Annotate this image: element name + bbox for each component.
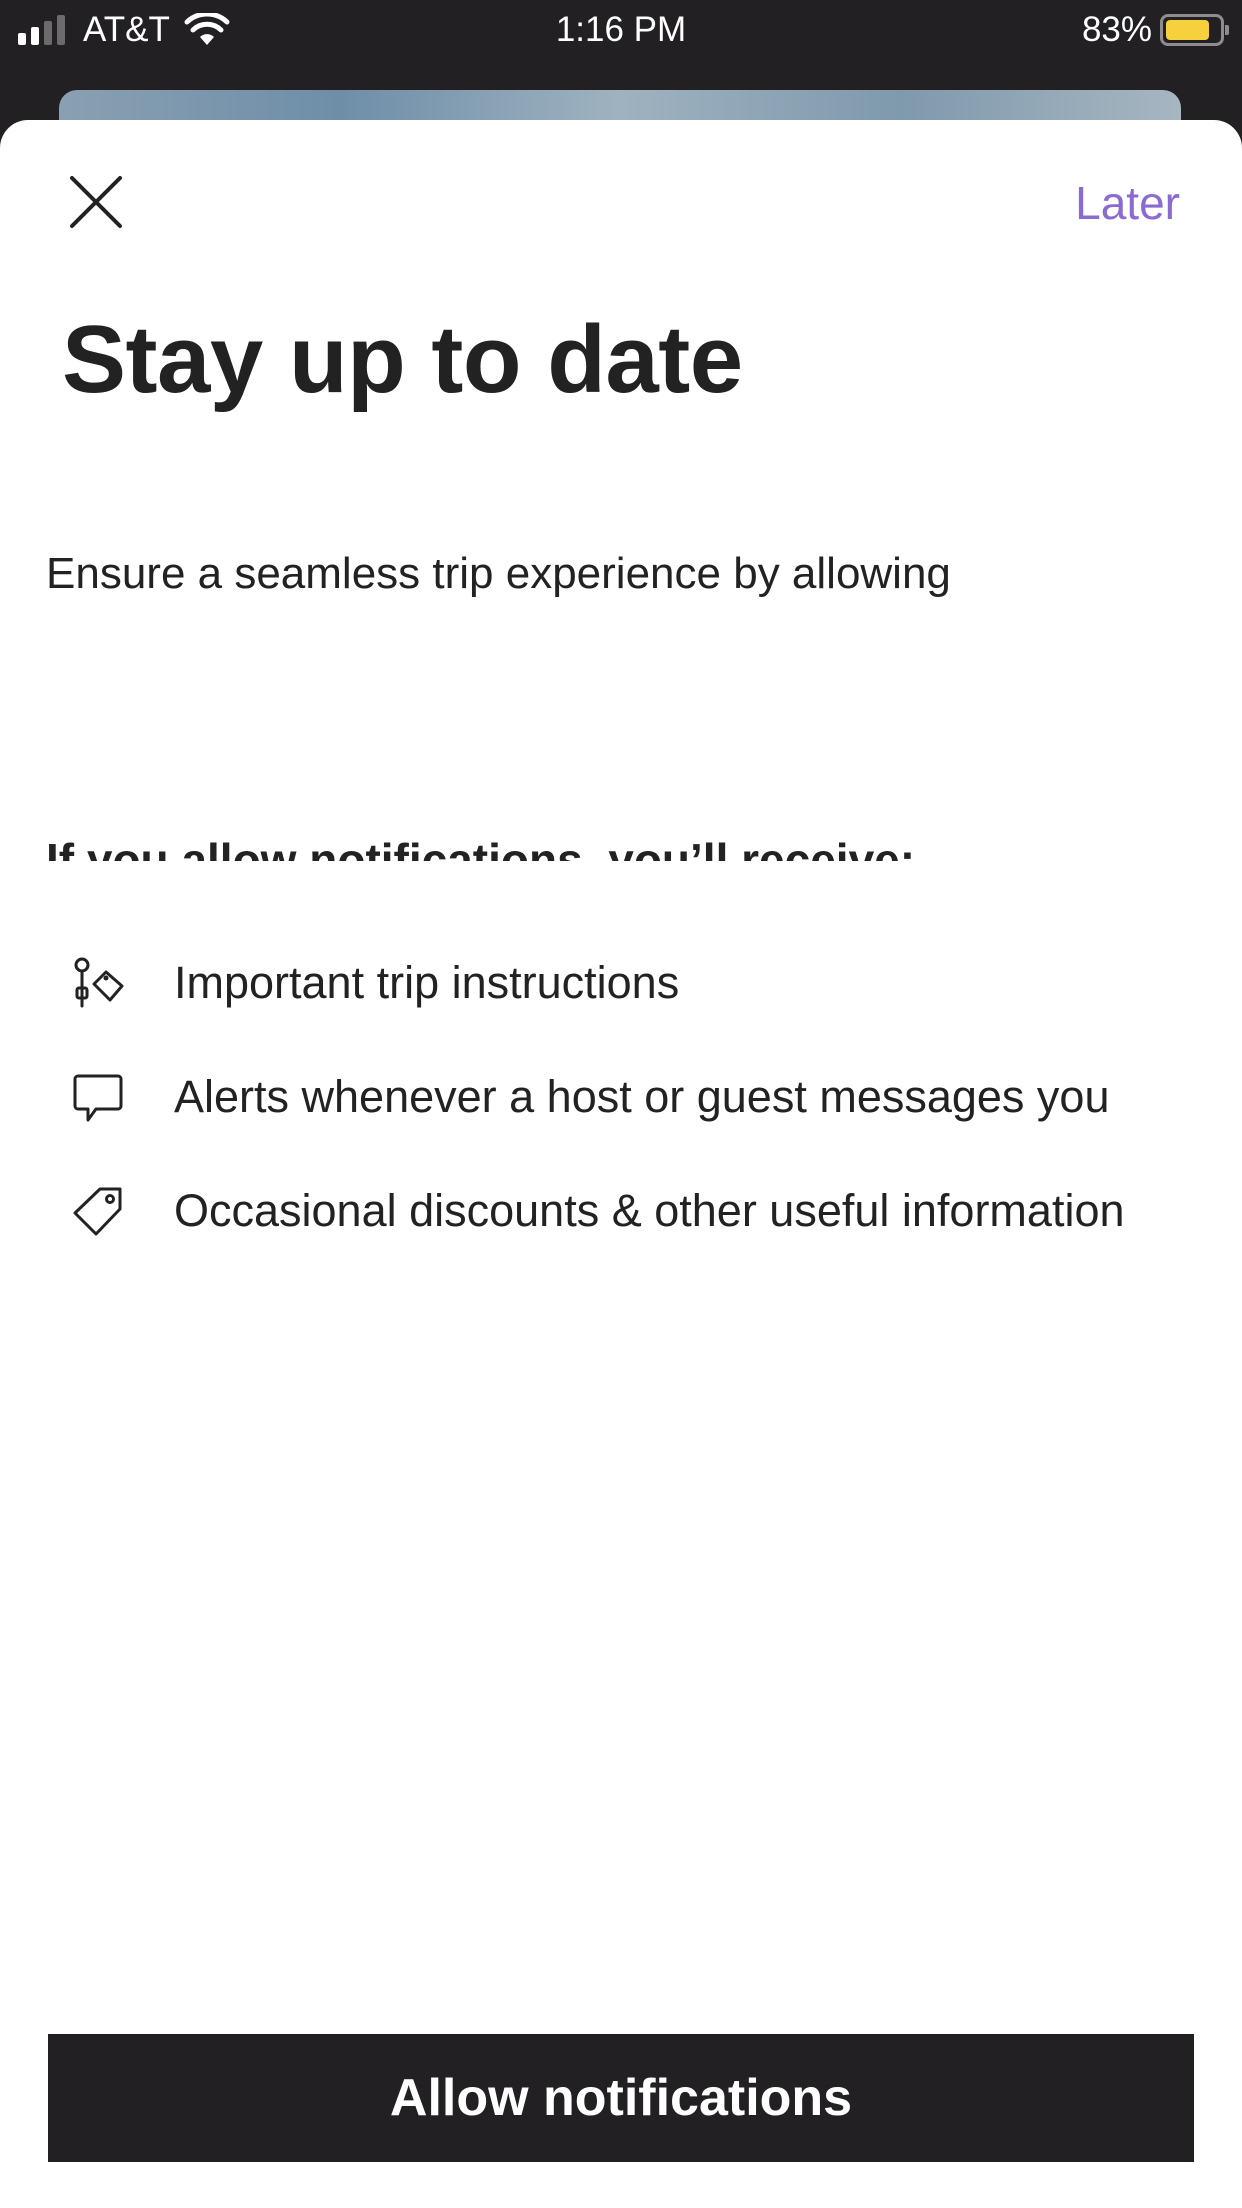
benefit-text: Important trip instructions — [174, 957, 680, 1008]
allow-notifications-button[interactable]: Allow notifications — [48, 2034, 1194, 2162]
intro-text: Ensure a seamless trip experience by all… — [46, 549, 951, 598]
chat-bubble-icon — [73, 1074, 123, 1122]
section-heading: If you allow notifications, you’ll recei… — [46, 837, 1196, 861]
status-bar: AT&T 1:16 PM 83% — [0, 0, 1242, 60]
section-heading-container: If you allow notifications, you’ll recei… — [46, 837, 1196, 861]
benefit-item: Alerts whenever a host or guest messages… — [70, 1064, 1180, 1130]
benefit-item: Important trip instructions — [70, 950, 1180, 1016]
benefit-item: Occasional discounts & other useful info… — [70, 1178, 1180, 1244]
status-time: 1:16 PM — [555, 10, 687, 49]
later-button[interactable]: Later — [1075, 176, 1180, 230]
intro-container: Ensure a seamless trip experience by all… — [46, 545, 1196, 620]
close-icon — [70, 176, 122, 228]
price-tag-icon — [73, 1187, 122, 1236]
key-tag-icon — [74, 957, 124, 1008]
battery-percent: 83% — [1081, 10, 1152, 49]
benefits-list: Important trip instructions Alerts whene… — [70, 950, 1180, 1244]
benefit-text: Occasional discounts & other useful info… — [174, 1185, 1125, 1236]
battery-fill — [1166, 20, 1210, 40]
status-right: 83% — [1081, 10, 1229, 50]
benefit-text: Alerts whenever a host or guest messages… — [174, 1071, 1110, 1122]
close-button[interactable] — [66, 172, 126, 232]
page-title: Stay up to date — [62, 306, 743, 413]
battery-icon — [1160, 14, 1229, 46]
